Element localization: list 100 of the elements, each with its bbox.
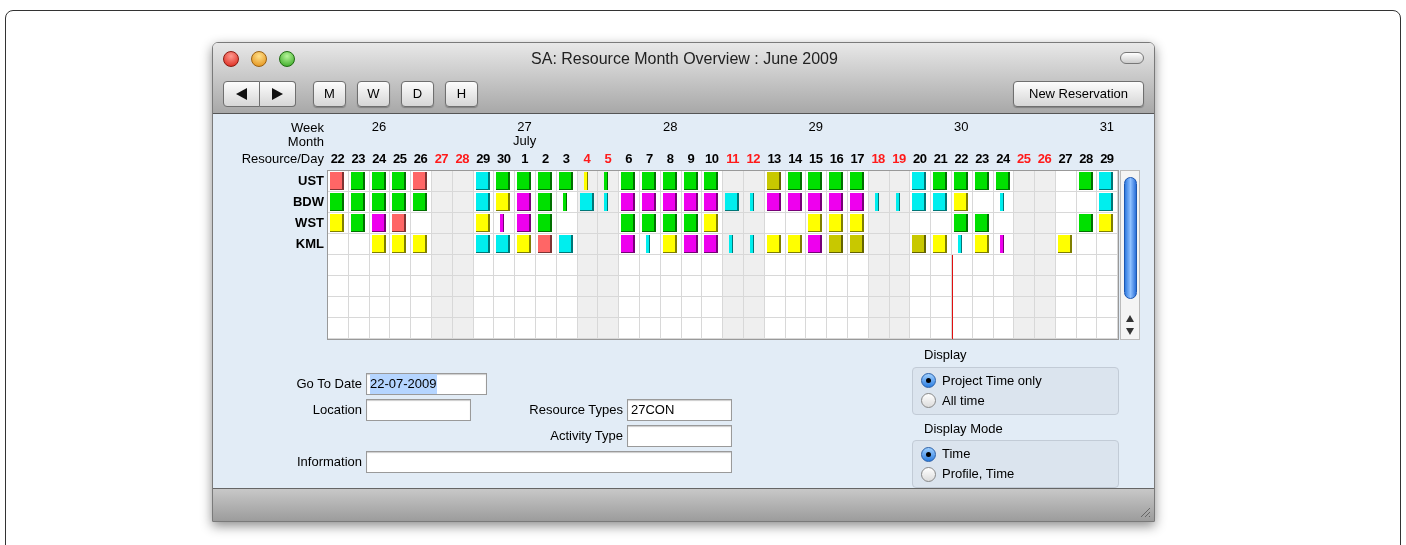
booking-block[interactable] xyxy=(537,193,552,211)
toolbar-toggle-icon[interactable] xyxy=(1120,52,1144,64)
booking-marker[interactable] xyxy=(583,172,588,190)
booking-block[interactable] xyxy=(662,214,677,232)
booking-block[interactable] xyxy=(808,235,823,253)
booking-block[interactable] xyxy=(1099,214,1114,232)
booking-block[interactable] xyxy=(641,193,656,211)
resource-types-field[interactable]: 27CON xyxy=(627,399,732,421)
booking-block[interactable] xyxy=(912,172,927,190)
booking-block[interactable] xyxy=(537,214,552,232)
booking-block[interactable] xyxy=(1078,214,1093,232)
booking-block[interactable] xyxy=(537,235,552,253)
view-button[interactable]: H xyxy=(445,81,478,107)
scroll-down-icon[interactable] xyxy=(1126,328,1135,335)
view-button[interactable]: M xyxy=(313,81,346,107)
booking-block[interactable] xyxy=(849,214,864,232)
booking-marker[interactable] xyxy=(562,193,567,211)
view-button[interactable]: D xyxy=(401,81,434,107)
booking-marker[interactable] xyxy=(749,235,754,253)
scroll-up-icon[interactable] xyxy=(1126,315,1135,322)
scroll-thumb[interactable] xyxy=(1123,177,1137,299)
information-field[interactable] xyxy=(366,451,732,473)
booking-block[interactable] xyxy=(350,193,365,211)
date-field[interactable]: 22-07-2009 xyxy=(366,373,487,395)
booking-block[interactable] xyxy=(808,172,823,190)
booking-block[interactable] xyxy=(350,172,365,190)
booking-marker[interactable] xyxy=(729,235,734,253)
booking-block[interactable] xyxy=(392,172,407,190)
booking-block[interactable] xyxy=(704,193,719,211)
booking-block[interactable] xyxy=(371,172,386,190)
radio-button[interactable] xyxy=(921,446,936,462)
booking-block[interactable] xyxy=(787,193,802,211)
booking-block[interactable] xyxy=(371,193,386,211)
radio-button[interactable] xyxy=(921,393,936,408)
close-icon[interactable] xyxy=(223,51,239,67)
activity-type-field[interactable] xyxy=(627,425,732,447)
booking-block[interactable] xyxy=(849,172,864,190)
previous-button[interactable] xyxy=(223,81,260,107)
booking-block[interactable] xyxy=(350,214,365,232)
booking-block[interactable] xyxy=(1099,193,1114,211)
booking-block[interactable] xyxy=(662,235,677,253)
new-reservation-button[interactable]: New Reservation xyxy=(1013,81,1144,107)
booking-block[interactable] xyxy=(974,172,989,190)
booking-marker[interactable] xyxy=(604,193,609,211)
booking-block[interactable] xyxy=(496,172,511,190)
next-button[interactable] xyxy=(260,81,296,107)
booking-block[interactable] xyxy=(849,193,864,211)
booking-block[interactable] xyxy=(953,193,968,211)
booking-block[interactable] xyxy=(912,193,927,211)
booking-block[interactable] xyxy=(662,172,677,190)
booking-block[interactable] xyxy=(704,214,719,232)
booking-block[interactable] xyxy=(808,214,823,232)
booking-marker[interactable] xyxy=(645,235,650,253)
booking-block[interactable] xyxy=(787,235,802,253)
booking-block[interactable] xyxy=(1078,172,1093,190)
booking-marker[interactable] xyxy=(749,193,754,211)
booking-block[interactable] xyxy=(496,193,511,211)
booking-block[interactable] xyxy=(787,172,802,190)
view-button[interactable]: W xyxy=(357,81,390,107)
booking-block[interactable] xyxy=(683,214,698,232)
booking-block[interactable] xyxy=(641,214,656,232)
booking-marker[interactable] xyxy=(957,235,962,253)
scrollbar[interactable] xyxy=(1120,170,1141,340)
booking-block[interactable] xyxy=(475,172,490,190)
booking-block[interactable] xyxy=(579,193,594,211)
booking-block[interactable] xyxy=(766,193,781,211)
booking-block[interactable] xyxy=(995,172,1010,190)
booking-block[interactable] xyxy=(475,193,490,211)
booking-block[interactable] xyxy=(537,172,552,190)
booking-block[interactable] xyxy=(1099,172,1114,190)
booking-marker[interactable] xyxy=(604,172,609,190)
booking-block[interactable] xyxy=(974,214,989,232)
booking-block[interactable] xyxy=(558,235,573,253)
resize-grip-icon[interactable] xyxy=(1140,507,1151,518)
booking-block[interactable] xyxy=(766,172,781,190)
booking-marker[interactable] xyxy=(500,214,505,232)
zoom-icon[interactable] xyxy=(279,51,295,67)
radio-button[interactable] xyxy=(921,373,936,388)
booking-block[interactable] xyxy=(641,172,656,190)
booking-block[interactable] xyxy=(683,235,698,253)
radio-button[interactable] xyxy=(921,466,936,482)
booking-block[interactable] xyxy=(496,235,511,253)
booking-marker[interactable] xyxy=(874,193,879,211)
location-field[interactable] xyxy=(366,399,471,421)
booking-block[interactable] xyxy=(766,235,781,253)
booking-block[interactable] xyxy=(974,235,989,253)
booking-block[interactable] xyxy=(558,172,573,190)
booking-block[interactable] xyxy=(849,235,864,253)
booking-block[interactable] xyxy=(475,214,490,232)
booking-block[interactable] xyxy=(953,172,968,190)
booking-block[interactable] xyxy=(392,193,407,211)
booking-block[interactable] xyxy=(662,193,677,211)
booking-marker[interactable] xyxy=(999,235,1004,253)
booking-block[interactable] xyxy=(475,235,490,253)
booking-block[interactable] xyxy=(683,172,698,190)
booking-block[interactable] xyxy=(371,235,386,253)
booking-block[interactable] xyxy=(1057,235,1072,253)
booking-block[interactable] xyxy=(912,235,927,253)
booking-block[interactable] xyxy=(704,172,719,190)
booking-marker[interactable] xyxy=(895,193,900,211)
